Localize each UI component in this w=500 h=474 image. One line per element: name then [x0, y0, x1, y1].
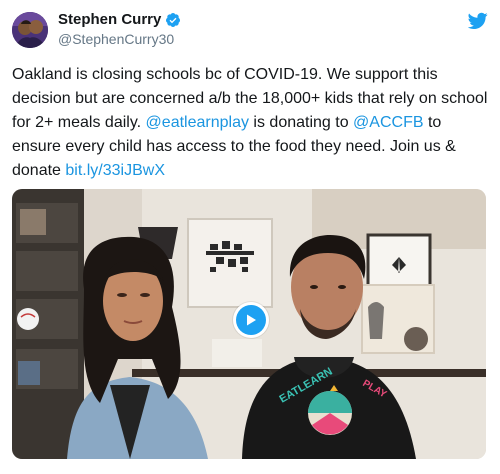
tweet-text-part-2: is donating to: [248, 114, 354, 131]
video-player[interactable]: EATLEARN PLAY: [12, 189, 486, 459]
verified-badge-icon: [165, 12, 181, 28]
tweet-embed: Stephen Curry @StephenCurry30 Oakland is…: [0, 0, 500, 474]
tweet-text: Oakland is closing schools bc of COVID-1…: [12, 63, 488, 183]
display-name[interactable]: Stephen Curry: [58, 11, 161, 28]
author-handle[interactable]: @StephenCurry30: [58, 31, 174, 47]
play-button[interactable]: [233, 302, 269, 338]
mention-accfb-link[interactable]: @ACCFB: [353, 114, 423, 131]
author-name-row[interactable]: Stephen Curry: [58, 11, 181, 28]
avatar-image: [12, 12, 48, 48]
avatar[interactable]: [12, 12, 48, 48]
twitter-bird-icon[interactable]: [467, 12, 488, 30]
donate-link[interactable]: bit.ly/33iJBwX: [65, 162, 165, 179]
mention-eatlearnplay-link[interactable]: @eatlearnplay: [146, 114, 249, 131]
play-icon: [236, 305, 266, 335]
